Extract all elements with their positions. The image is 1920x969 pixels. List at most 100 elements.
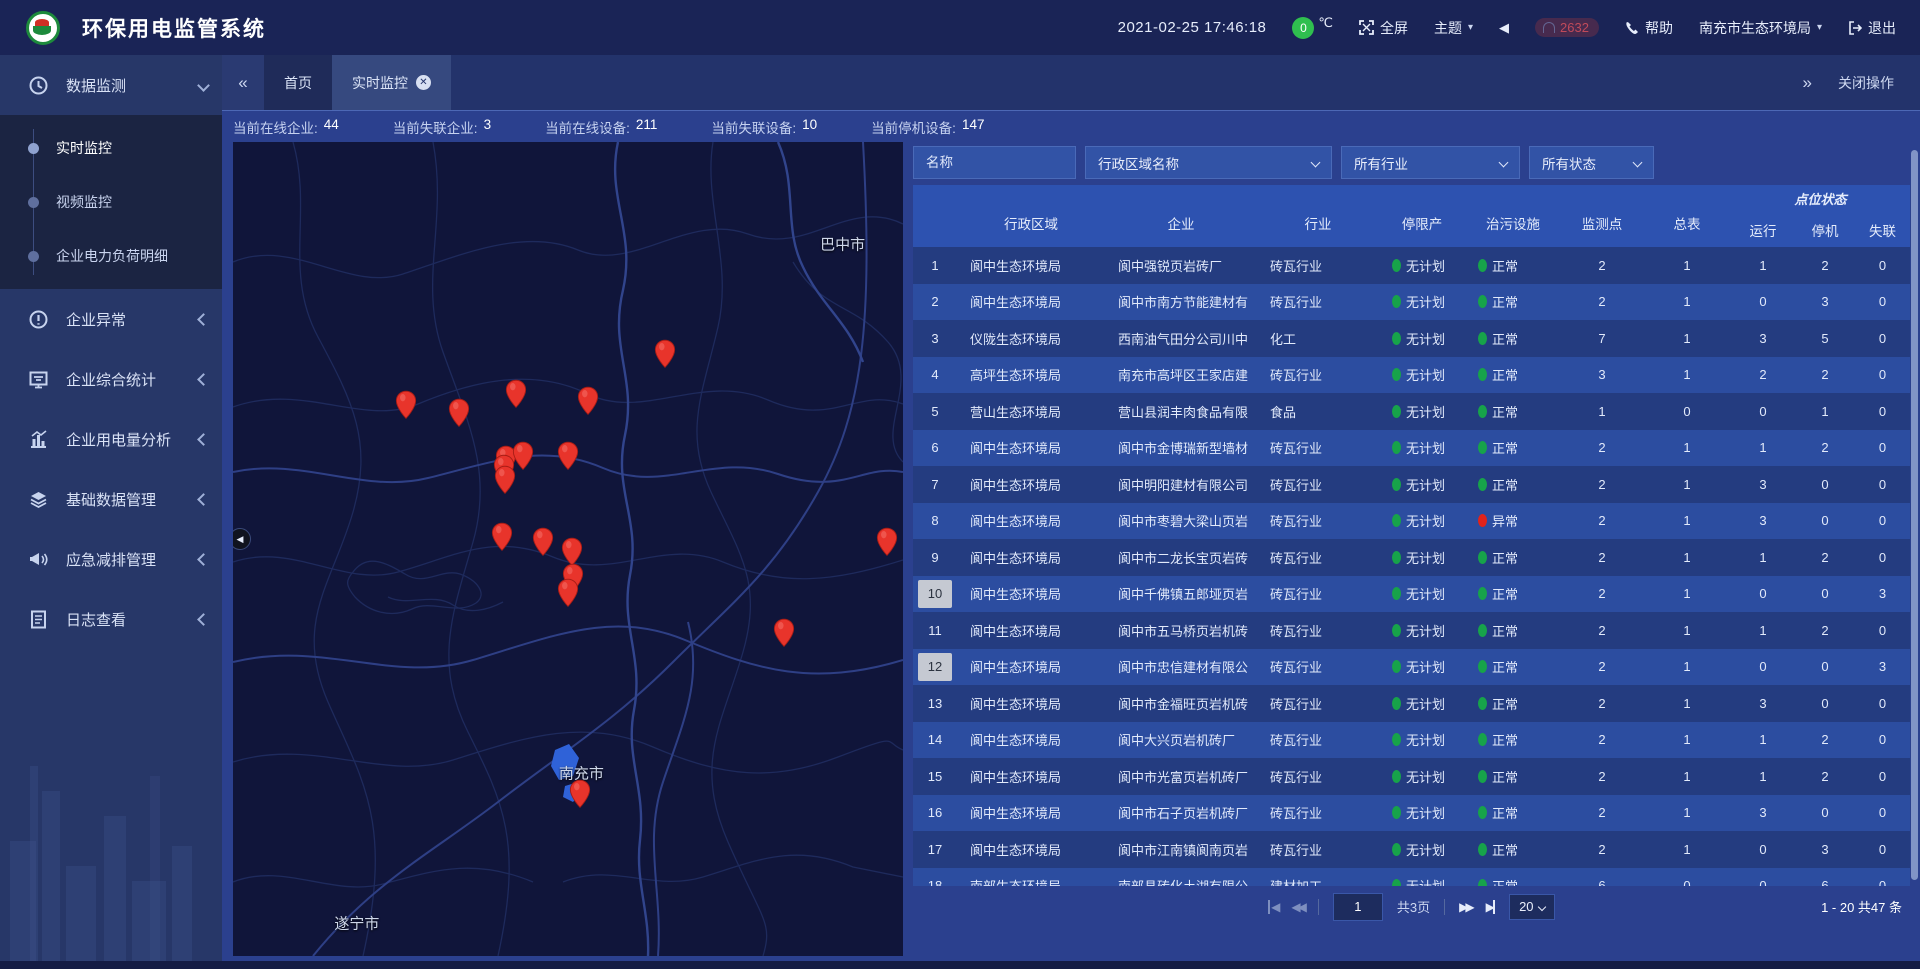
stats-bar: 当前在线企业:44当前失联企业:3当前在线设备:211当前失联设备:10当前停机… [222, 110, 1920, 142]
stat-item: 当前在线设备:211 [545, 117, 657, 137]
page-size-select[interactable]: 20 [1509, 894, 1555, 920]
close-operations-button[interactable]: 关闭操作 [1838, 73, 1894, 93]
table-row[interactable]: 18南部生态环境局南部县砖化土湖有限公建材加工无计划正常60060 [913, 868, 1910, 887]
industry-select[interactable]: 所有行业 [1341, 146, 1520, 179]
sidebar-subitem[interactable]: 视频监控 [0, 175, 222, 229]
col-run: 运行 [1731, 212, 1795, 247]
stat-item: 当前失联企业:3 [393, 117, 491, 137]
chevron-left-icon [197, 553, 210, 566]
tabs-scroll-right-button[interactable]: » [1803, 73, 1812, 93]
region-select[interactable]: 行政区域名称 [1085, 146, 1332, 179]
tab-1[interactable]: 实时监控✕ [332, 55, 451, 110]
map-pin-icon[interactable] [491, 522, 513, 552]
table-row[interactable]: 9阆中生态环境局阆中市二龙长宝页岩砖砖瓦行业无计划正常21120 [913, 539, 1910, 576]
sidebar-item-3[interactable]: 企业用电量分析 [0, 409, 222, 469]
fullscreen-icon [1359, 20, 1374, 35]
status-dot-icon [1392, 770, 1401, 783]
map-pin-icon[interactable] [448, 398, 470, 428]
table-row[interactable]: 6阆中生态环境局阆中市金博瑞新型墙材砖瓦行业无计划正常21120 [913, 430, 1910, 467]
map-pin-icon[interactable] [577, 386, 599, 416]
sidebar-item-6[interactable]: 日志查看 [0, 589, 222, 649]
table-row[interactable]: 14阆中生态环境局阆中大兴页岩机砖厂砖瓦行业无计划正常21120 [913, 722, 1910, 759]
status-dot-icon [1392, 879, 1401, 886]
chevron-left-icon [197, 433, 210, 446]
table-row[interactable]: 11阆中生态环境局阆中市五马桥页岩机砖砖瓦行业无计划正常21120 [913, 612, 1910, 649]
table-row[interactable]: 7阆中生态环境局阆中明阳建材有限公司砖瓦行业无计划正常21300 [913, 466, 1910, 503]
status-dot-icon [1478, 441, 1487, 454]
map-pin-icon[interactable] [532, 527, 554, 557]
map-pin-icon[interactable] [395, 390, 417, 420]
page-scrollbar[interactable] [1911, 150, 1918, 880]
map-pin-icon[interactable] [654, 339, 676, 369]
table-row[interactable]: 13阆中生态环境局阆中市金福旺页岩机砖砖瓦行业无计划正常21300 [913, 685, 1910, 722]
fullscreen-button[interactable]: 全屏 [1359, 18, 1408, 38]
table-row[interactable]: 1阆中生态环境局阆中强锐页岩砖厂砖瓦行业无计划正常21120 [913, 247, 1910, 284]
map-pin-icon[interactable] [557, 441, 579, 471]
tabs-scroll-left-button[interactable]: « [222, 55, 264, 110]
theme-dropdown[interactable]: 主题▾ [1434, 18, 1473, 38]
table-row[interactable]: 16阆中生态环境局阆中市石子页岩机砖厂砖瓦行业无计划正常21300 [913, 795, 1910, 832]
table-row[interactable]: 5营山生态环境局营山县润丰肉食品有限食品无计划正常10010 [913, 393, 1910, 430]
city-label: 巴中市 [820, 233, 865, 254]
chevron-down-icon [1537, 902, 1545, 910]
tab-0[interactable]: 首页 [264, 55, 332, 110]
sidebar-item-1[interactable]: 企业异常 [0, 289, 222, 349]
status-dot-icon [1478, 295, 1487, 308]
sidebar-item-0[interactable]: 数据监测 [0, 55, 222, 115]
chevron-down-icon: ▾ [1468, 22, 1473, 33]
logout-button[interactable]: 退出 [1848, 18, 1896, 38]
map-panel[interactable]: 巴中市南充市遂宁市 ◀ [233, 142, 903, 956]
map-pin-icon[interactable] [557, 578, 579, 608]
prev-page-button[interactable]: ◀◀ [1291, 900, 1303, 914]
first-page-button[interactable]: ◀ [1268, 900, 1277, 914]
speaker-icon[interactable]: ◀ [1499, 20, 1509, 36]
table-row[interactable]: 2阆中生态环境局阆中市南方节能建材有砖瓦行业无计划正常21030 [913, 284, 1910, 321]
status-dot-icon [1478, 259, 1487, 272]
sidebar-item-4[interactable]: 基础数据管理 [0, 469, 222, 529]
sidebar-subitem[interactable]: 企业电力负荷明细 [0, 229, 222, 283]
last-page-button[interactable]: ▶ [1486, 900, 1495, 914]
table-row[interactable]: 12阆中生态环境局阆中市忠信建材有限公砖瓦行业无计划正常21003 [913, 649, 1910, 686]
status-dot-icon [1478, 806, 1487, 819]
col-facility: 治污设施 [1465, 185, 1561, 247]
table-row[interactable]: 4高坪生态环境局南充市高坪区王家店建砖瓦行业无计划正常31220 [913, 357, 1910, 394]
chevron-left-icon [197, 493, 210, 506]
name-search-input[interactable] [913, 146, 1076, 179]
map-pin-icon[interactable] [876, 527, 898, 557]
tab-bar: « 首页实时监控✕ » 关闭操作 [222, 55, 1920, 110]
notification-badge[interactable]: 2632 [1535, 18, 1599, 37]
map-pin-icon[interactable] [569, 779, 591, 809]
table-row[interactable]: 10阆中生态环境局阆中千佛镇五郎垭页岩砖瓦行业无计划正常21003 [913, 576, 1910, 613]
phone-icon [1625, 21, 1639, 35]
next-page-button[interactable]: ▶▶ [1459, 900, 1471, 914]
map-pin-icon[interactable] [505, 379, 527, 409]
close-icon[interactable]: ✕ [416, 75, 431, 90]
bullet-dot-icon [28, 251, 39, 262]
col-lost: 失联 [1855, 212, 1910, 247]
table-row[interactable]: 8阆中生态环境局阆中市枣碧大梁山页岩砖瓦行业无计划异常21300 [913, 503, 1910, 540]
status-dot-icon [1478, 879, 1487, 886]
status-dot-icon [1392, 332, 1401, 345]
status-select[interactable]: 所有状态 [1529, 146, 1654, 179]
logout-icon [1848, 21, 1862, 35]
bar-chart-icon [28, 429, 48, 449]
help-button[interactable]: 帮助 [1625, 18, 1673, 38]
table-row[interactable]: 17阆中生态环境局阆中市江南镇阆南页岩砖瓦行业无计划正常21030 [913, 831, 1910, 868]
status-dot-icon [1478, 405, 1487, 418]
table-row[interactable]: 3仪陇生态环境局西南油气田分公司川中化工无计划正常71350 [913, 320, 1910, 357]
datetime-display: 2021-02-25 17:46:18 [1118, 19, 1267, 36]
map-pin-icon[interactable] [773, 618, 795, 648]
status-dot-icon [1392, 697, 1401, 710]
status-dot-icon [1478, 770, 1487, 783]
content-area: « 首页实时监控✕ » 关闭操作 当前在线企业:44当前失联企业:3当前在线设备… [222, 55, 1920, 961]
sidebar-subitem[interactable]: 实时监控 [0, 121, 222, 175]
sidebar-item-2[interactable]: 企业综合统计 [0, 349, 222, 409]
page-number-input[interactable] [1333, 893, 1383, 921]
sidebar-item-5[interactable]: 应急减排管理 [0, 529, 222, 589]
table-row[interactable]: 15阆中生态环境局阆中市光富页岩机砖厂砖瓦行业无计划正常21120 [913, 758, 1910, 795]
status-dot-icon [1392, 660, 1401, 673]
organization-dropdown[interactable]: 南充市生态环境局▾ [1699, 18, 1822, 38]
chevron-down-icon [197, 79, 210, 92]
map-pin-icon[interactable] [494, 465, 516, 495]
col-index [913, 185, 957, 247]
